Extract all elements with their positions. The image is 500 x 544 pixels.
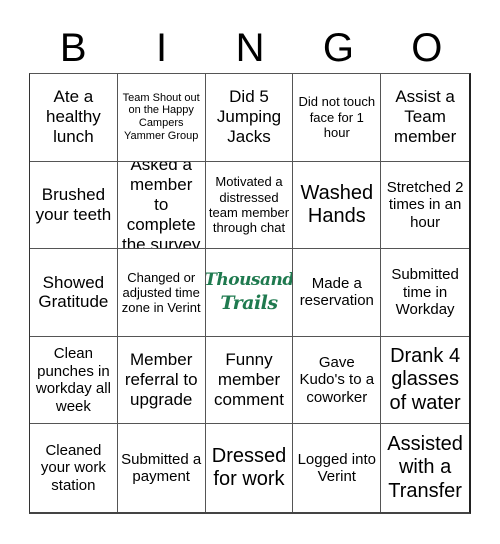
bingo-cell-n5[interactable]: Dressed for work [206,424,294,512]
cell-text: Team Shout out on the Happy Campers Yamm… [122,91,200,143]
bingo-cell-n2[interactable]: Motivated a distressed team member throu… [205,161,294,250]
cell-text: Made a reservation [299,274,374,310]
bingo-cell-i4[interactable]: Member referral to upgrade [117,336,206,425]
bingo-cell-g1[interactable]: Did not touch face for 1 hour [293,74,382,162]
bingo-cell-g4[interactable]: Gave Kudo's to a coworker [293,336,382,425]
cell-text: Cleaned your work station [40,441,106,494]
header-letter-o: O [411,26,443,70]
cell-text: Did 5 Jumping Jacks [216,87,282,147]
bingo-cell-o1[interactable]: Assist a Team member [381,74,469,162]
bingo-cell-i5[interactable]: Submitted a payment [118,424,206,512]
header-letter-n: N [235,26,265,70]
bingo-cell-i1[interactable]: Team Shout out on the Happy Campers Yamm… [117,74,206,162]
cell-text: Logged into Verint [297,450,376,486]
bingo-cell-o4[interactable]: Drank 4 glasses of water [381,337,469,425]
bingo-cell-b5[interactable]: Cleaned your work station [30,424,118,512]
logo-line-2: Trails [220,291,278,314]
cell-text: Washed Hands [300,181,374,227]
cell-text: Stretched 2 times in an hour [386,178,464,231]
logo-line-1: Thousand [205,269,294,290]
bingo-cell-b2[interactable]: Brushed your teeth [30,161,118,250]
bingo-cell-i2[interactable]: Asked a member to complete the survey [117,161,206,250]
bingo-cell-o3[interactable]: Submitted time in Workday [381,249,469,337]
cell-text: Ate a healthy lunch [45,87,101,147]
bingo-header: B I N G O [29,24,471,72]
bingo-cell-o2[interactable]: Stretched 2 times in an hour [381,162,469,250]
cell-text: Funny member comment [214,350,284,410]
header-letter-g: G [322,26,354,70]
cell-text: Asked a member to complete the survey [121,161,201,250]
bingo-cell-i3[interactable]: Changed or adjusted time zone in Verint [117,249,206,337]
cell-text: Clean punches in workday all week [35,345,111,415]
cell-text: Showed Gratitude [38,272,109,312]
cell-text: Brushed your teeth [35,185,112,224]
bingo-cell-g5[interactable]: Logged into Verint [293,424,382,512]
bingo-cell-b4[interactable]: Clean punches in workday all week [30,336,118,425]
cell-text: Dressed for work [211,444,287,491]
bingo-cell-free[interactable]: Thousand Trails [205,249,294,337]
bingo-cell-n1[interactable]: Did 5 Jumping Jacks [205,74,294,162]
cell-text: Assist a Team member [393,87,457,147]
header-letter-i: I [156,26,168,70]
cell-text: Did not touch face for 1 hour [298,94,376,140]
cell-text: Drank 4 glasses of water [389,345,461,414]
cell-text: Member referral to upgrade [124,350,198,410]
cell-text: Changed or adjusted time zone in Verint [121,269,201,316]
bingo-cell-g3[interactable]: Made a reservation [293,249,382,337]
cell-text: Submitted time in Workday [391,266,459,319]
cell-text: Assisted with a Transfer [387,433,463,502]
cell-text: Motivated a distressed team member throu… [208,174,290,236]
cell-text: Submitted a payment [121,450,202,486]
bingo-cell-g2[interactable]: Washed Hands [293,161,382,250]
bingo-cell-n4[interactable]: Funny member comment [205,336,294,425]
bingo-cell-b3[interactable]: Showed Gratitude [30,249,118,337]
cell-text: Gave Kudo's to a coworker [299,353,375,406]
bingo-grid: Ate a healthy lunch Team Shout out on th… [29,73,471,514]
bingo-cell-o5[interactable]: Assisted with a Transfer [381,424,469,512]
bingo-cell-b1[interactable]: Ate a healthy lunch [30,74,118,162]
header-letter-b: B [59,26,87,70]
thousand-trails-logo: Thousand Trails [205,269,294,314]
